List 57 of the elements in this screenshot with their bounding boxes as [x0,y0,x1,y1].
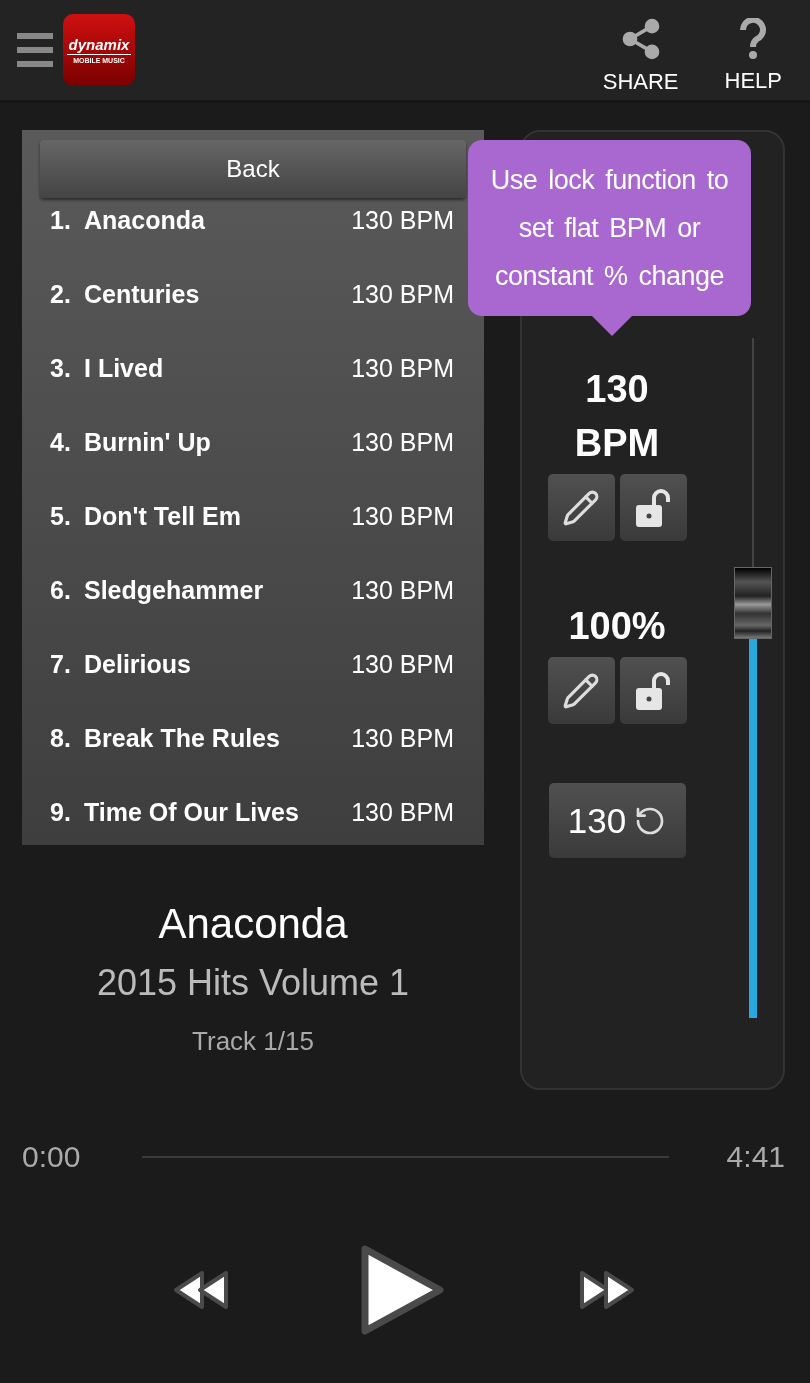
edit-button[interactable] [547,657,615,724]
share-button[interactable]: SHARE [596,5,685,95]
total-time: 4:41 [726,1140,785,1174]
track-title[interactable]: Burnin' Up [84,428,352,457]
fast-forward-icon [578,1269,636,1311]
bpm-unit: BPM [574,421,660,466]
track-title[interactable]: Anaconda [84,206,352,235]
elapsed-time: 0:00 [22,1140,81,1174]
track-title[interactable]: Break The Rules [84,724,352,753]
track-bpm: 130 BPM [351,428,454,457]
lock-button[interactable] [619,657,687,724]
pencil-icon [562,671,600,710]
track-number: 4. [50,428,72,457]
track-number: 3. [50,354,72,383]
edit-button[interactable] [547,474,615,541]
track-title[interactable]: Delirious [84,650,352,679]
track-bpm: 130 BPM [351,354,454,383]
rewind-icon [172,1269,230,1311]
pencil-icon [562,488,600,527]
bpm-value: 130 [585,367,649,412]
track-number: 5. [50,502,72,531]
track-number: 2. [50,280,72,309]
track-bpm: 130 BPM [351,502,454,531]
track-bpm: 130 BPM [351,650,454,679]
track-number: 8. [50,724,72,753]
tooltip-tail [592,316,632,336]
album-name: 2015 Hits Volume 1 [96,962,410,1004]
lock-button[interactable] [619,474,687,541]
play-button[interactable] [360,1244,444,1336]
tooltip: Use lock function to set flat BPM or constant % change [468,140,751,316]
track-title[interactable]: Don't Tell Em [84,502,352,531]
play-icon [360,1244,444,1336]
track-title[interactable]: Centuries [84,280,352,309]
help-icon [739,18,768,60]
rewind-button[interactable] [172,1269,230,1311]
track-counter: Track 1/15 [192,1026,314,1057]
track-number: 1. [50,206,72,235]
slider-thumb[interactable] [733,567,772,640]
logo-name: dynamix [66,36,132,55]
reset-button[interactable]: 130 [548,783,686,858]
track-title[interactable]: I Lived [84,354,352,383]
track-number: 9. [50,798,72,827]
track-title[interactable]: Sledgehammer [84,576,352,605]
track-number: 6. [50,576,72,605]
track-bpm: 130 BPM [351,798,454,827]
track-bpm: 130 BPM [351,576,454,605]
menu-icon[interactable] [17,33,53,67]
percent-value: 100% [568,604,666,649]
track-number: 7. [50,650,72,679]
fast-forward-button[interactable] [578,1269,636,1311]
track-bpm: 130 BPM [351,724,454,753]
track-title[interactable]: Time Of Our Lives [84,798,352,827]
track-bpm: 130 BPM [351,206,454,235]
song-title: Anaconda [158,900,348,948]
back-button[interactable]: Back [40,140,466,198]
help-button[interactable]: HELP [718,6,788,94]
track-bpm: 130 BPM [351,280,454,309]
